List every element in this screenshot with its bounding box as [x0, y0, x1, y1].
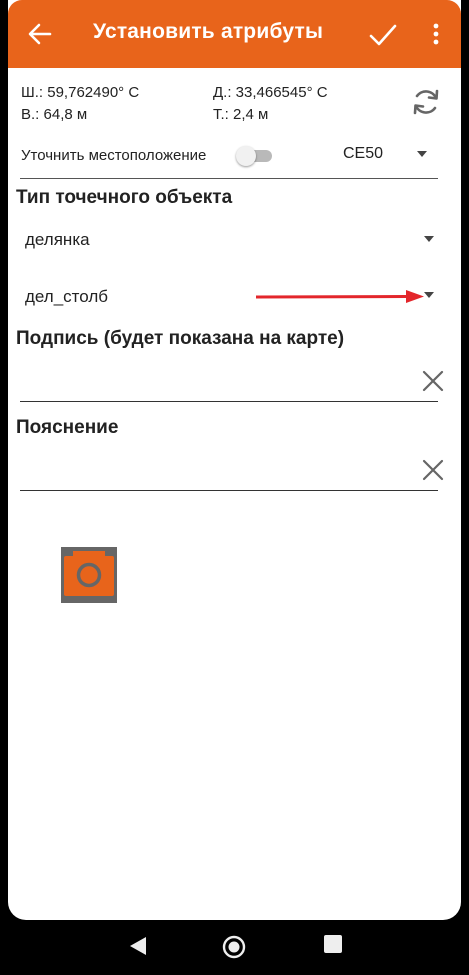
- longitude-text: Д.: 33,466545° С: [213, 84, 328, 101]
- category-dropdown[interactable]: делянка: [25, 230, 90, 250]
- divider: [20, 178, 438, 179]
- add-photo-button[interactable]: [52, 539, 126, 611]
- nav-home-icon[interactable]: [222, 935, 246, 959]
- nav-back-icon[interactable]: [128, 935, 148, 957]
- refresh-icon[interactable]: [410, 86, 442, 118]
- note-heading: Пояснение: [16, 417, 119, 438]
- more-vertical-icon[interactable]: [426, 20, 446, 50]
- caption-input[interactable]: [20, 368, 438, 398]
- chevron-down-icon[interactable]: [417, 151, 427, 157]
- altitude-text: В.: 64,8 м: [21, 106, 88, 123]
- caption-heading: Подпись (будет показана на карте): [16, 328, 345, 349]
- arrow-left-icon[interactable]: [26, 20, 54, 48]
- close-icon[interactable]: [422, 459, 444, 481]
- point-type-heading: Тип точечного объекта: [16, 187, 233, 208]
- subtype-dropdown[interactable]: дел_столб: [25, 287, 108, 307]
- accuracy-text: Т.: 2,4 м: [213, 106, 269, 123]
- check-icon[interactable]: [368, 20, 398, 50]
- refine-location-toggle[interactable]: [236, 146, 272, 166]
- app-bar: Установить атрибуты: [8, 0, 461, 68]
- chevron-down-icon[interactable]: [424, 236, 434, 242]
- note-input[interactable]: [20, 456, 438, 486]
- note-underline: [20, 490, 438, 491]
- precision-select[interactable]: CE50: [343, 145, 383, 163]
- app-screen: Установить атрибуты Ш.: 59,762490° С Д.:…: [8, 0, 461, 920]
- latitude-text: Ш.: 59,762490° С: [21, 84, 140, 101]
- close-icon[interactable]: [422, 370, 444, 392]
- photo-thumbnail: [61, 547, 117, 603]
- annotation-arrow: [256, 290, 424, 303]
- phone-frame: Установить атрибуты Ш.: 59,762490° С Д.:…: [0, 0, 469, 975]
- page-title: Установить атрибуты: [93, 20, 324, 43]
- nav-recents-icon[interactable]: [324, 935, 342, 953]
- toggle-thumb: [236, 146, 256, 166]
- caption-underline: [20, 401, 438, 402]
- camera-icon: [64, 551, 114, 596]
- refine-location-label: Уточнить местоположение: [21, 147, 207, 164]
